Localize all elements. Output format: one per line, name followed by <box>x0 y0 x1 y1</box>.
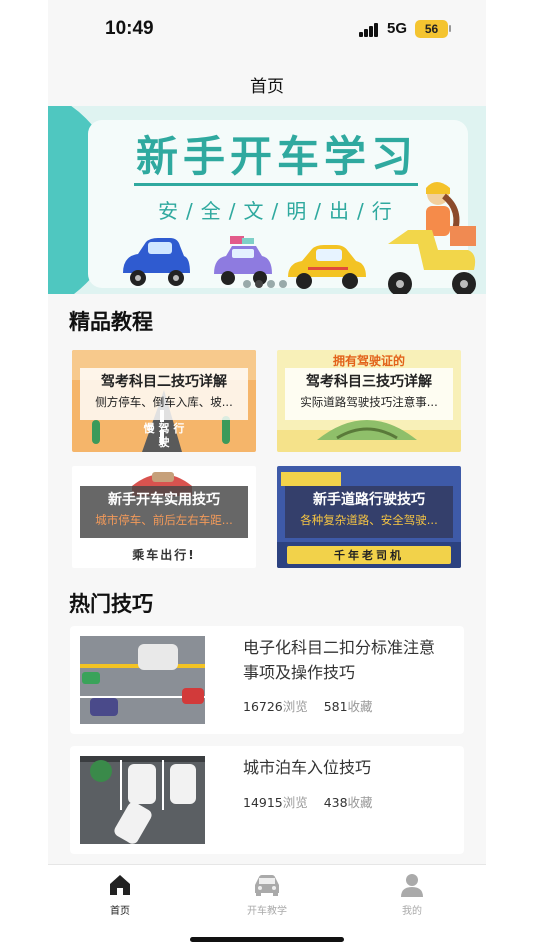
carousel-dot[interactable] <box>279 280 287 288</box>
tab-driving[interactable]: 开车教学 <box>227 873 307 917</box>
tab-home[interactable]: 首页 <box>80 873 160 917</box>
user-icon <box>401 874 423 897</box>
tip-views-label: 浏览 <box>282 699 308 714</box>
carousel-dot[interactable] <box>267 280 275 288</box>
tip-views: 16726 <box>243 699 283 714</box>
tab-me-label: 我的 <box>402 906 422 917</box>
hot-section-title: 热门技巧 <box>69 592 153 616</box>
tutorial-subtitle: 侧方停车、倒车入库、坡... <box>95 395 233 409</box>
banner-divider <box>134 183 418 186</box>
tip-list-item[interactable]: 电子化科目二扣分标准注意事项及操作技巧 16726浏览 581收藏 <box>70 626 464 734</box>
tip-favorites: 438 <box>323 795 348 810</box>
tip-image <box>80 636 205 724</box>
tip-favorites-label: 收藏 <box>347 699 373 714</box>
tip-favorites: 581 <box>323 699 348 714</box>
tutorial-overlay: 驾考科目三技巧详解 实际道路驾驶技巧注意事... <box>285 368 453 420</box>
tutorial-subtitle: 实际道路驾驶技巧注意事... <box>300 395 438 409</box>
banner-subtitle: 安/全/文/明/出/行 <box>158 199 400 223</box>
tip-title: 电子化科目二扣分标准注意事项及操作技巧 <box>243 638 436 682</box>
tutorial-title: 新手道路行驶技巧 <box>313 492 425 508</box>
carousel-dot[interactable] <box>255 280 263 288</box>
tip-views-label: 浏览 <box>282 795 308 810</box>
car-icon <box>255 875 279 896</box>
battery-icon: 56 <box>415 20 448 38</box>
banner-title: 新手开车学习 <box>136 132 419 181</box>
tutorial-overlay: 驾考科目二技巧详解 侧方停车、倒车入库、坡... <box>80 368 248 420</box>
tutorial-image-text: 慢 驾 行 驶 <box>143 422 185 449</box>
tip-favorites-label: 收藏 <box>347 795 373 810</box>
carousel-dot[interactable] <box>243 280 251 288</box>
tab-me[interactable]: 我的 <box>372 873 452 917</box>
status-bar: 10:49 5G 56 <box>48 0 486 60</box>
home-icon <box>110 875 130 895</box>
tutorial-subtitle: 城市停车、前后左右车距... <box>95 513 233 527</box>
tab-driving-label: 开车教学 <box>247 906 287 917</box>
tab-home-label: 首页 <box>110 906 130 917</box>
tutorial-overlay: 新手道路行驶技巧 各种复杂道路、安全驾驶... <box>285 486 453 538</box>
tutorial-image-text: 拥有驾驶证的 <box>332 354 405 368</box>
featured-section-title: 精品教程 <box>69 310 153 334</box>
battery-cap <box>449 25 451 32</box>
tip-title: 城市泊车入位技巧 <box>243 758 372 777</box>
network-type: 5G <box>387 20 408 37</box>
tutorial-card[interactable]: 新手开车实用技巧 城市停车、前后左右车距... 乘车出行! <box>72 466 256 568</box>
carousel-dots[interactable] <box>243 273 291 288</box>
tutorial-card[interactable]: 拥有驾驶证的 驾考科目三技巧详解 实际道路驾驶技巧注意事... <box>277 350 461 452</box>
tutorial-overlay: 新手开车实用技巧 城市停车、前后左右车距... <box>80 486 248 538</box>
home-indicator[interactable] <box>190 937 344 942</box>
tutorial-subtitle: 各种复杂道路、安全驾驶... <box>300 513 438 527</box>
tip-meta: 16726浏览 581收藏 <box>243 696 373 715</box>
tutorial-title: 驾考科目三技巧详解 <box>306 374 432 390</box>
tutorial-image-text: 乘车出行! <box>132 548 196 562</box>
tip-image <box>80 756 205 844</box>
tutorial-title: 新手开车实用技巧 <box>108 492 220 508</box>
signal-icon <box>359 23 379 37</box>
status-time: 10:49 <box>105 18 154 39</box>
page-title: 首页 <box>250 77 284 97</box>
tutorial-card[interactable]: 慢 驾 行 驶 驾考科目二技巧详解 侧方停车、倒车入库、坡... <box>72 350 256 452</box>
tutorial-title: 驾考科目二技巧详解 <box>101 374 227 390</box>
app-screen: 10:49 5G 56 首页 新手开车学习 安/全/文/明/出/行 精品教程 慢… <box>48 0 486 950</box>
tutorial-card[interactable]: 千年老司机 新手道路行驶技巧 各种复杂道路、安全驾驶... <box>277 466 461 568</box>
tip-meta: 14915浏览 438收藏 <box>243 792 373 811</box>
tip-list-item[interactable]: 城市泊车入位技巧 14915浏览 438收藏 <box>70 746 464 854</box>
tip-views: 14915 <box>243 795 283 810</box>
tutorial-image-text: 千年老司机 <box>334 549 404 562</box>
